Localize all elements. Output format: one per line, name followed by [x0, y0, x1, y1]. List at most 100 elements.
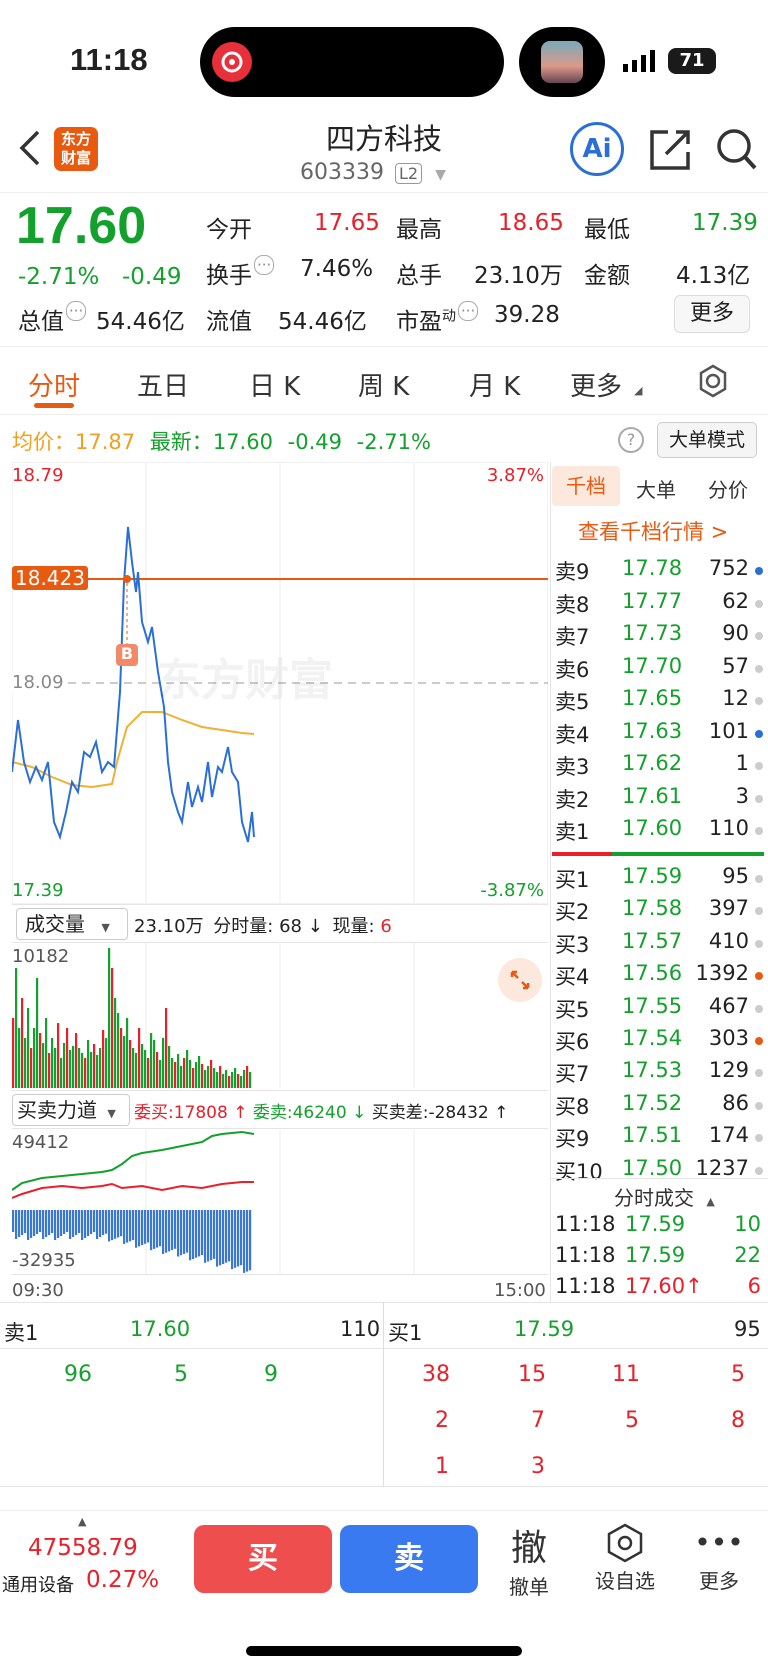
force-selector[interactable]: 买卖力道 ▼ — [12, 1094, 130, 1126]
index-name: 通用设备 — [2, 1575, 74, 1596]
order-dot-icon — [755, 729, 763, 738]
info-icon[interactable]: ··· — [66, 301, 87, 321]
chart-top-price: 18.79 — [12, 465, 64, 486]
sell-button[interactable]: 卖 — [340, 1525, 478, 1593]
ask-row[interactable]: 卖9 17.78 752 — [555, 556, 765, 588]
ask-price: 17.65 — [622, 686, 683, 710]
force-buy-value: 17808 ↑ — [173, 1103, 248, 1123]
queue-buy-label: 买1 — [388, 1321, 423, 1345]
force-bar — [129, 1210, 132, 1242]
tab-week-k[interactable]: 周 K — [358, 366, 409, 403]
ask-row[interactable]: 卖5 17.65 12 — [555, 686, 765, 718]
chevron-up-icon[interactable]: ▲ — [78, 1515, 86, 1528]
force-bar — [156, 1210, 159, 1248]
ask-level: 卖7 — [555, 625, 590, 649]
index-value[interactable]: 47558.79 — [28, 1535, 138, 1561]
volume-chart[interactable]: 10182 — [12, 942, 548, 1088]
tab-price-distribution[interactable]: 分价 — [708, 474, 748, 503]
volume-bar — [228, 1076, 231, 1088]
bid-row[interactable]: 买3 17.57 410 — [555, 929, 765, 961]
force-bar — [33, 1210, 36, 1236]
volume-bar — [96, 1055, 99, 1088]
volume-selector[interactable]: 成交量 ▼ — [16, 908, 128, 940]
help-icon[interactable]: ? — [618, 427, 644, 453]
expand-icon[interactable] — [498, 958, 542, 1002]
volume-bar — [108, 948, 111, 1088]
music-app-icon — [212, 42, 252, 82]
bid-row[interactable]: 买2 17.58 397 — [555, 896, 765, 928]
force-chart[interactable]: 49412 -32935 — [12, 1128, 548, 1274]
triangle-icon: ◢ — [634, 384, 643, 397]
force-bar — [114, 1210, 117, 1239]
stock-code-selector[interactable]: 603339 L2 ▼ — [300, 160, 446, 185]
info-icon[interactable]: ··· — [254, 255, 275, 275]
ask-row[interactable]: 卖6 17.70 57 — [555, 654, 765, 686]
view-thousand-level-link[interactable]: 查看千档行情 > — [578, 516, 728, 546]
tab-month-k[interactable]: 月 K — [469, 366, 520, 403]
force-bar — [72, 1210, 75, 1237]
ask-row[interactable]: 卖4 17.63 101 — [555, 719, 765, 751]
ask-row[interactable]: 卖7 17.73 90 — [555, 621, 765, 653]
tab-five-day[interactable]: 五日 — [137, 366, 189, 403]
chevron-down-icon: ▼ — [107, 1107, 116, 1120]
ask-row[interactable]: 卖8 17.77 62 — [555, 589, 765, 621]
trade-volume: 10 — [734, 1212, 761, 1236]
volume-bar — [36, 978, 39, 1088]
bid-row[interactable]: 买6 17.54 303 — [555, 1026, 765, 1058]
latest-label: 最新： — [149, 430, 213, 454]
trade-price: 17.59 — [625, 1243, 686, 1267]
info-icon[interactable]: ··· — [458, 301, 479, 321]
force-bar — [63, 1210, 66, 1234]
force-bottom: -32935 — [12, 1250, 76, 1271]
ai-button[interactable]: Ai — [570, 122, 624, 176]
volume-bar — [126, 1018, 129, 1088]
last-price: 17.60 — [16, 197, 147, 255]
bid-row[interactable]: 买8 17.52 86 — [555, 1091, 765, 1123]
bid-row[interactable]: 买5 17.55 467 — [555, 994, 765, 1026]
settings-icon[interactable] — [696, 364, 730, 398]
bid-row[interactable]: 买4 17.56 1392 — [555, 961, 765, 993]
buy-marker-label: B — [120, 644, 134, 663]
ask-row[interactable]: 卖2 17.61 3 — [555, 784, 765, 816]
big-order-mode-button[interactable]: 大单模式 — [657, 422, 757, 458]
ask-row[interactable]: 卖3 17.62 1 — [555, 751, 765, 783]
battery-level: 71 — [679, 50, 705, 71]
volume-bar — [90, 1052, 93, 1088]
search-icon[interactable] — [714, 126, 758, 172]
volume-bar — [93, 1044, 96, 1088]
share-icon[interactable] — [648, 128, 692, 172]
bid-level: 买7 — [555, 1062, 590, 1087]
buy-button[interactable]: 买 — [194, 1525, 332, 1593]
force-bar — [168, 1210, 171, 1252]
tab-big-order[interactable]: 大单 — [636, 474, 676, 503]
force-bar — [123, 1210, 126, 1244]
bid-row[interactable]: 买7 17.53 129 — [555, 1058, 765, 1090]
volume-bar — [210, 1060, 213, 1088]
tab-day-k[interactable]: 日 K — [249, 366, 300, 403]
cancel-order-button[interactable]: 撤 撤单 — [500, 1519, 558, 1600]
ask-row[interactable]: 卖1 17.60 110 — [555, 816, 765, 848]
volume-bar — [24, 1038, 27, 1088]
force-bar — [240, 1210, 243, 1266]
add-watchlist-button[interactable]: 设自选 — [585, 1523, 665, 1594]
trades-header[interactable]: 分时成交 ▲ — [614, 1182, 715, 1211]
force-bar — [27, 1210, 30, 1240]
volume-bar — [42, 1043, 45, 1088]
more-menu-button[interactable]: ••• 更多 — [686, 1523, 752, 1594]
bid-row[interactable]: 买9 17.51 174 — [555, 1123, 765, 1155]
ask-level: 卖8 — [555, 592, 590, 617]
queue-buy-order: 38 — [422, 1362, 450, 1387]
tab-thousand-level[interactable]: 千档 — [552, 466, 620, 506]
trade-price: 17.59 — [625, 1212, 686, 1236]
force-sell-value: 46240 ↓ — [292, 1103, 367, 1123]
bid-row[interactable]: 买1 17.59 95 — [555, 864, 765, 896]
tab-intraday[interactable]: 分时 — [28, 366, 80, 403]
price-chart[interactable]: 18.79 3.87% 17.39 -3.87% 18.09 18.423 B … — [12, 462, 548, 904]
force-bar — [201, 1210, 204, 1256]
volume-bar — [246, 1066, 249, 1088]
volume-bar — [78, 1048, 81, 1088]
volume-bar — [81, 1053, 84, 1088]
queue-buy-order: 7 — [531, 1408, 545, 1433]
tab-more[interactable]: 更多 — [570, 366, 622, 403]
more-quote-button[interactable]: 更多 — [674, 295, 750, 333]
